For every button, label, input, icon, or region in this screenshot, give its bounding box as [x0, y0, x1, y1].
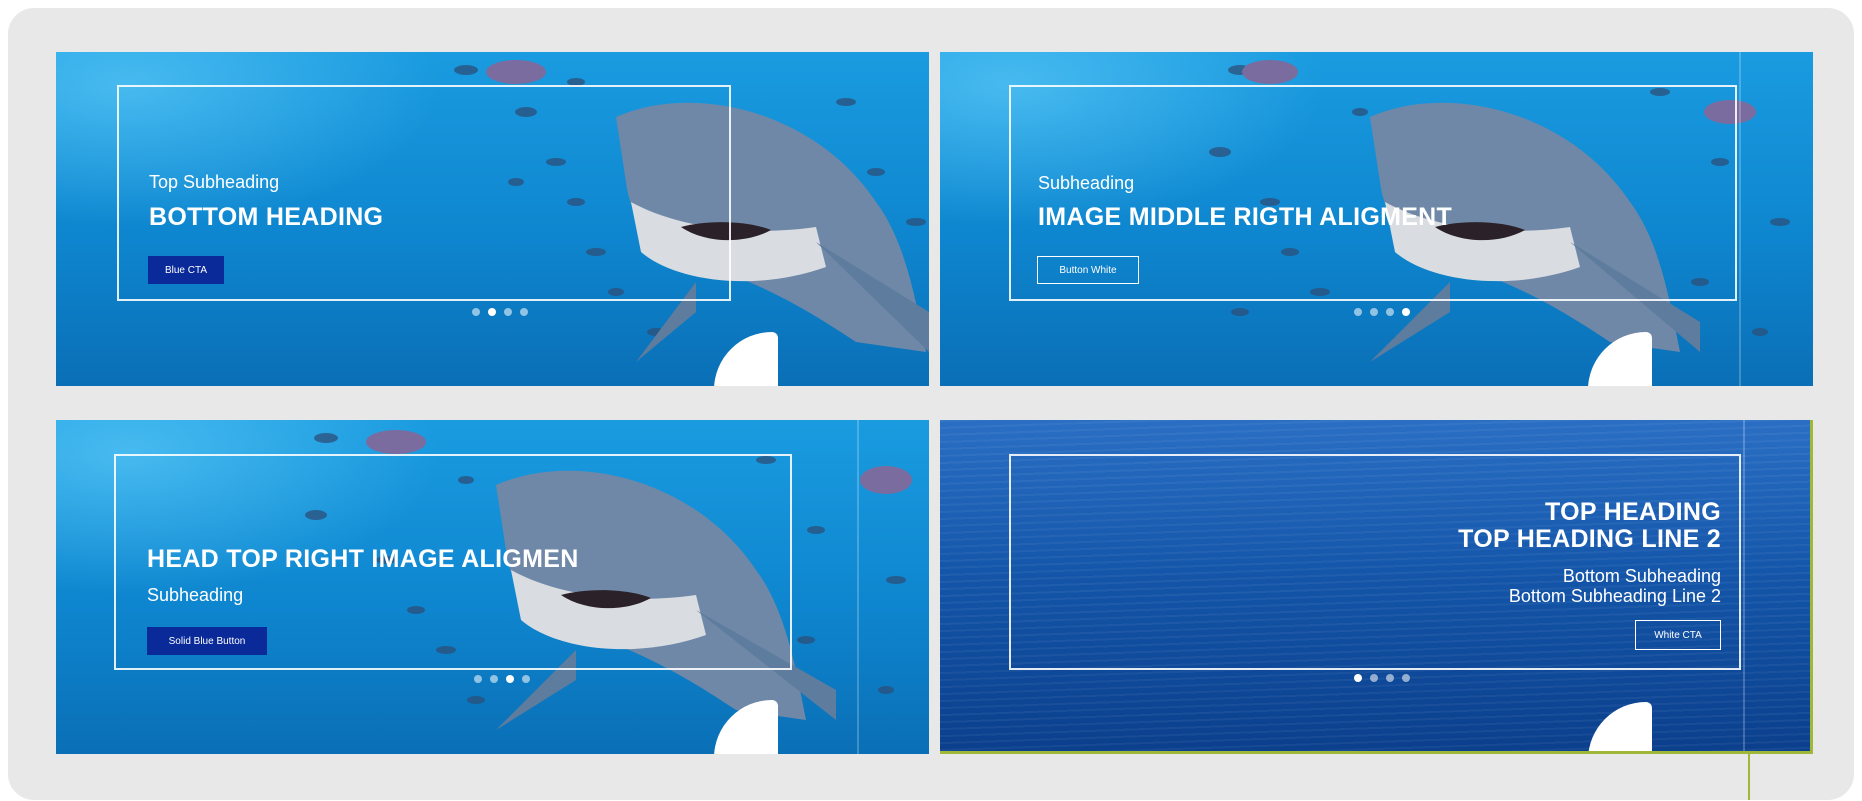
slide-heading-line-2: TOP HEADING LINE 2 — [1458, 525, 1721, 553]
cta-button[interactable]: Button White — [1037, 256, 1139, 284]
carousel-dot[interactable] — [1402, 674, 1410, 682]
edge-guide — [857, 420, 859, 754]
edge-guide — [1743, 420, 1745, 754]
carousel-dot[interactable] — [520, 308, 528, 316]
slide-subheading: Subheading — [147, 585, 244, 605]
carousel-dots — [472, 308, 528, 316]
carousel-dot[interactable] — [1354, 308, 1362, 316]
cta-button[interactable]: Solid Blue Button — [147, 627, 267, 655]
carousel-dot[interactable] — [522, 675, 530, 683]
selection-connector — [1748, 754, 1750, 800]
slide-heading-line-1: TOP HEADING — [1544, 498, 1721, 526]
carousel-dot[interactable] — [1386, 674, 1394, 682]
cta-button[interactable]: White CTA — [1635, 620, 1721, 650]
preview-panel: Top Subheading BOTTOM HEADING Blue CTA S… — [8, 8, 1854, 800]
carousel-dot[interactable] — [490, 675, 498, 683]
banner-slide-2[interactable]: Subheading IMAGE MIDDLE RIGTH ALIGMENT B… — [940, 52, 1813, 386]
banner-slide-1[interactable]: Top Subheading BOTTOM HEADING Blue CTA — [56, 52, 929, 386]
carousel-dot[interactable] — [472, 308, 480, 316]
carousel-dot-active[interactable] — [488, 308, 496, 316]
carousel-dot[interactable] — [1386, 308, 1394, 316]
carousel-dot[interactable] — [474, 675, 482, 683]
banner-slide-4[interactable]: TOP HEADING TOP HEADING LINE 2 Bottom Su… — [940, 420, 1813, 754]
slide-subheading: Top Subheading — [149, 172, 280, 192]
slide-subheading-line-1: Bottom Subheading — [1562, 566, 1721, 586]
banner-slide-3[interactable]: HEAD TOP RIGHT IMAGE ALIGMEN Subheading … — [56, 420, 929, 754]
slide-subheading: Subheading — [1038, 173, 1135, 193]
slide-subheading-line-2: Bottom Subheading Line 2 — [1508, 586, 1721, 606]
carousel-dot-active[interactable] — [1354, 674, 1362, 682]
carousel-dot[interactable] — [504, 308, 512, 316]
slide-heading: IMAGE MIDDLE RIGTH ALIGMENT — [1038, 203, 1453, 231]
carousel-dot-active[interactable] — [506, 675, 514, 683]
carousel-dot[interactable] — [1370, 308, 1378, 316]
cta-button[interactable]: Blue CTA — [148, 256, 224, 284]
carousel-dot[interactable] — [1370, 674, 1378, 682]
text-frame — [1009, 454, 1741, 670]
carousel-dots — [474, 675, 530, 683]
carousel-dots — [1354, 674, 1410, 682]
slide-heading: HEAD TOP RIGHT IMAGE ALIGMEN — [147, 545, 579, 573]
carousel-dots — [1354, 308, 1410, 316]
carousel-dot-active[interactable] — [1402, 308, 1410, 316]
slide-heading: BOTTOM HEADING — [149, 203, 384, 231]
edge-guide — [1739, 52, 1741, 386]
